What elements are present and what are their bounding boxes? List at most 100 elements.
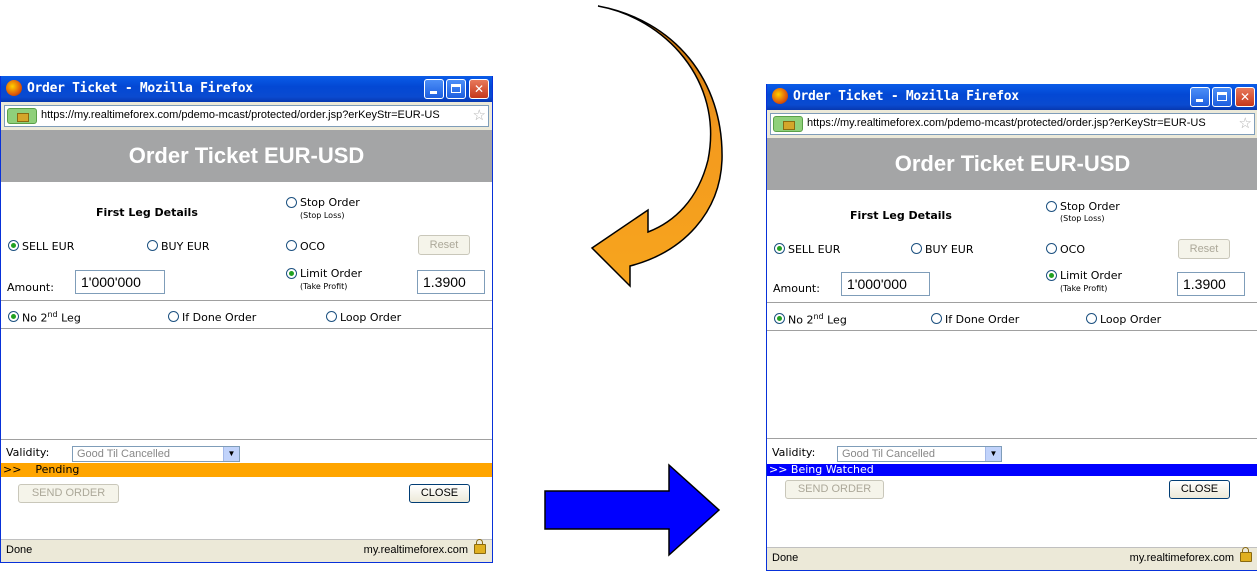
divider xyxy=(1,439,492,440)
secure-lock-icon[interactable] xyxy=(773,116,803,132)
title-bar[interactable]: Order Ticket - Mozilla Firefox ✕ xyxy=(767,84,1257,110)
oco-label: OCO xyxy=(1060,243,1085,256)
oco-radio[interactable] xyxy=(1046,243,1057,254)
bookmark-star-icon[interactable]: ☆ xyxy=(1239,115,1252,131)
if-done-order-label: If Done Order xyxy=(945,313,1020,326)
sell-eur-radio[interactable] xyxy=(8,240,19,251)
order-ticket-window-after: Order Ticket - Mozilla Firefox ✕ https:/… xyxy=(766,84,1257,571)
status-text: Done xyxy=(6,544,33,556)
no-second-leg-label: No 2nd Leg xyxy=(788,312,847,327)
address-bar: https://my.realtimeforex.com/pdemo-mcast… xyxy=(1,102,492,130)
buy-eur-radio[interactable] xyxy=(147,240,158,251)
limit-order-radio[interactable] xyxy=(1046,270,1057,281)
loop-order-radio[interactable] xyxy=(1086,313,1097,324)
amount-label: Amount: xyxy=(7,281,54,294)
no-second-leg-tail: Leg xyxy=(823,313,847,327)
stop-order-label: Stop Order xyxy=(1060,200,1120,213)
window-title: Order Ticket - Mozilla Firefox xyxy=(793,89,1019,104)
no-second-leg-radio[interactable] xyxy=(774,313,785,324)
stop-order-radio[interactable] xyxy=(1046,201,1057,212)
no-second-leg-label: No 2nd Leg xyxy=(22,310,81,325)
padlock-icon[interactable] xyxy=(1240,547,1252,562)
validity-value: Good Til Cancelled xyxy=(77,448,170,460)
curved-arrow-icon xyxy=(590,5,723,288)
amount-label: Amount: xyxy=(773,282,820,295)
reset-button[interactable]: Reset xyxy=(418,235,470,255)
secure-lock-icon[interactable] xyxy=(7,108,37,124)
if-done-order-radio[interactable] xyxy=(931,313,942,324)
url-field[interactable]: https://my.realtimeforex.com/pdemo-mcast… xyxy=(4,105,489,127)
maximize-button[interactable] xyxy=(1212,87,1232,107)
validity-select[interactable]: Good Til Cancelled ▼ xyxy=(72,446,240,462)
window-title: Order Ticket - Mozilla Firefox xyxy=(27,81,253,96)
url-text: https://my.realtimeforex.com/pdemo-mcast… xyxy=(807,117,1206,129)
minimize-button[interactable] xyxy=(1190,87,1210,107)
title-bar[interactable]: Order Ticket - Mozilla Firefox ✕ xyxy=(1,76,492,102)
padlock-icon[interactable] xyxy=(474,539,486,554)
order-form: Order Ticket EUR-USD First Leg Details S… xyxy=(1,130,492,540)
divider xyxy=(767,330,1257,331)
validity-value: Good Til Cancelled xyxy=(842,448,935,460)
if-done-order-radio[interactable] xyxy=(168,311,179,322)
buy-eur-radio[interactable] xyxy=(911,243,922,254)
maximize-button[interactable] xyxy=(446,79,466,99)
oco-radio[interactable] xyxy=(286,240,297,251)
order-status-text: >> Being Watched xyxy=(769,463,874,476)
validity-label: Validity: xyxy=(772,446,816,459)
page-header: Order Ticket EUR-USD xyxy=(1,130,492,182)
take-profit-label: (Take Profit) xyxy=(1060,284,1108,293)
bookmark-star-icon[interactable]: ☆ xyxy=(473,107,486,123)
reset-button[interactable]: Reset xyxy=(1178,239,1230,259)
status-bar: Done my.realtimeforex.com xyxy=(767,547,1257,570)
minimize-button[interactable] xyxy=(424,79,444,99)
no-second-leg-text: No 2 xyxy=(788,313,814,327)
firefox-icon xyxy=(772,88,788,104)
url-field[interactable]: https://my.realtimeforex.com/pdemo-mcast… xyxy=(770,113,1255,135)
loop-order-label: Loop Order xyxy=(340,311,402,324)
limit-order-radio[interactable] xyxy=(286,268,297,279)
validity-label: Validity: xyxy=(6,446,50,459)
no-second-leg-sup: nd xyxy=(813,312,824,321)
order-form: Order Ticket EUR-USD First Leg Details S… xyxy=(767,138,1257,548)
take-profit-label: (Take Profit) xyxy=(300,282,348,291)
limit-price-input[interactable]: 1.3900 xyxy=(1177,272,1245,296)
loop-order-radio[interactable] xyxy=(326,311,337,322)
chevron-down-icon[interactable]: ▼ xyxy=(985,447,1001,461)
if-done-order-label: If Done Order xyxy=(182,311,257,324)
limit-order-label: Limit Order xyxy=(1060,269,1123,282)
status-text: Done xyxy=(772,552,799,564)
curved-arrow-shape xyxy=(590,5,723,288)
amount-input[interactable]: 1'000'000 xyxy=(841,272,930,296)
sell-eur-radio[interactable] xyxy=(774,243,785,254)
close-window-button[interactable]: ✕ xyxy=(1235,87,1255,107)
divider xyxy=(767,302,1257,303)
chevron-down-icon[interactable]: ▼ xyxy=(223,447,239,461)
order-ticket-window-before: Order Ticket - Mozilla Firefox ✕ https:/… xyxy=(0,76,493,563)
first-leg-label: First Leg Details xyxy=(850,209,952,222)
send-order-button[interactable]: SEND ORDER xyxy=(18,484,119,503)
no-second-leg-radio[interactable] xyxy=(8,311,19,322)
close-button[interactable]: CLOSE xyxy=(1169,480,1230,499)
firefox-icon xyxy=(6,80,22,96)
stop-loss-label: (Stop Loss) xyxy=(1060,214,1105,223)
amount-input[interactable]: 1'000'000 xyxy=(75,270,165,294)
address-bar: https://my.realtimeforex.com/pdemo-mcast… xyxy=(767,110,1257,138)
sell-eur-label: SELL EUR xyxy=(22,240,75,253)
limit-order-label: Limit Order xyxy=(300,267,363,280)
divider xyxy=(1,328,492,329)
oco-label: OCO xyxy=(300,240,325,253)
close-window-button[interactable]: ✕ xyxy=(469,79,489,99)
limit-price-input[interactable]: 1.3900 xyxy=(417,270,485,294)
close-button[interactable]: CLOSE xyxy=(409,484,470,503)
stop-order-radio[interactable] xyxy=(286,197,297,208)
order-status-band: >> Pending xyxy=(1,463,492,477)
status-host: my.realtimeforex.com xyxy=(1129,552,1234,564)
order-status-band: >> Being Watched xyxy=(767,464,1257,476)
stop-order-label: Stop Order xyxy=(300,196,360,209)
divider xyxy=(767,438,1257,439)
send-order-button[interactable]: SEND ORDER xyxy=(785,480,884,499)
validity-select[interactable]: Good Til Cancelled ▼ xyxy=(837,446,1002,462)
no-second-leg-text: No 2 xyxy=(22,311,48,325)
status-host: my.realtimeforex.com xyxy=(363,544,468,556)
no-second-leg-tail: Leg xyxy=(57,311,81,325)
